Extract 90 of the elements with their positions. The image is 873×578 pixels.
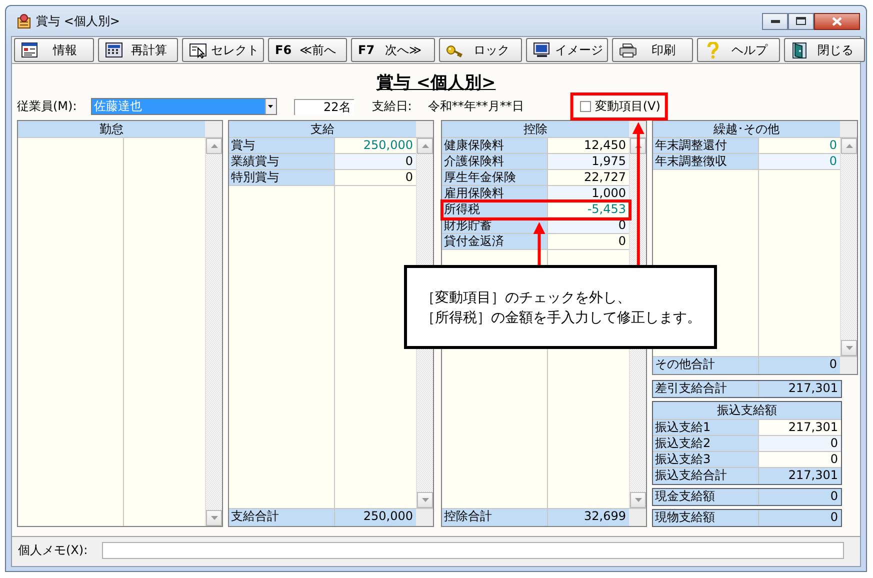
door-icon [791, 42, 809, 58]
panel-header: 勤怠 [18, 121, 205, 137]
memo-field[interactable] [102, 542, 844, 559]
panel-header: 支給 [229, 121, 416, 137]
pay-date-label: 支給日: [372, 98, 412, 115]
dropdown-arrow-icon [268, 105, 274, 108]
row-label: 特別賞与 [229, 170, 335, 185]
monitor-icon [533, 42, 551, 58]
close-button[interactable] [814, 12, 860, 30]
key-label: F6 [275, 43, 292, 57]
amount-cell: 0 [335, 154, 416, 169]
memo-label: 個人メモ(X): [18, 542, 88, 559]
up-arrow-icon [634, 144, 642, 148]
minimize-button[interactable] [762, 12, 788, 30]
scroll-up-button[interactable] [417, 138, 433, 154]
amount-cell: 217,301 [759, 420, 841, 435]
toolbar-button[interactable]: 印刷 [612, 38, 693, 62]
maximize-button[interactable] [788, 12, 814, 30]
toolbar-button[interactable]: 再計算 [98, 38, 178, 62]
toolbar-button[interactable]: ロック [439, 38, 522, 62]
close-icon [832, 16, 842, 26]
row-label: 雇用保険料 [442, 186, 548, 201]
up-arrow-icon [210, 144, 218, 148]
scroll-down-button[interactable] [841, 340, 857, 356]
row-label: 業績賞与 [229, 154, 335, 169]
scroll-up-button[interactable] [841, 138, 857, 154]
total-amount: 250,000 [335, 509, 416, 526]
row-label: 健康保険料 [442, 138, 548, 153]
toolbar-button[interactable]: 情報 [14, 38, 94, 62]
window-icon [21, 42, 39, 58]
total-label: 現金支給額 [653, 489, 759, 505]
employee-label: 従業員(M): [17, 98, 77, 115]
total-label: 控除合計 [442, 509, 548, 526]
scroll-up-button[interactable] [206, 138, 222, 154]
toolbar-button[interactable]: イメージ [526, 38, 608, 62]
form-title: 賞与 <個人別> [376, 72, 496, 94]
toolbar-button[interactable]: F7 次へ≫ [351, 38, 435, 62]
up-arrow-icon [846, 144, 852, 148]
app-icon [16, 13, 32, 29]
scroll-down-button[interactable] [206, 510, 222, 526]
row-label: 貸付金返済 [442, 234, 548, 249]
row-label: 介護保険料 [442, 154, 548, 169]
row-label: 賞与 [229, 138, 335, 153]
down-arrow-icon [846, 346, 852, 350]
row-label: 厚生年金保険 [442, 170, 548, 185]
window-title: 賞与 <個人別> [36, 12, 120, 30]
pay-date-value: 令和**年**月**日 [428, 98, 524, 115]
cursor-icon [189, 42, 207, 58]
total-amount: 217,301 [787, 381, 839, 397]
up-arrow-icon [422, 144, 428, 148]
scroll-down-button[interactable] [417, 492, 433, 508]
toolbar-button[interactable]: セレクト [182, 38, 264, 62]
maximize-icon [796, 17, 806, 25]
amount-cell: 0 [759, 154, 840, 169]
total-label: 現物支給額 [653, 510, 759, 526]
calculator-icon [105, 42, 123, 58]
row-label: 所得税 [442, 202, 548, 217]
amount-cell: 0 [759, 452, 841, 467]
total-amount: 32,699 [548, 509, 629, 526]
row-label: 年末調整徴収 [653, 154, 759, 169]
total-label: その他合計 [653, 357, 759, 374]
total-amount: 0 [759, 357, 840, 374]
employee-count: 22名 [294, 98, 354, 114]
printer-icon [619, 42, 637, 58]
down-arrow-icon [634, 498, 642, 502]
key-label: F7 [358, 43, 375, 57]
minimize-icon [770, 20, 780, 22]
amount-cell: 1,000 [548, 186, 629, 201]
total-label: 振込支給合計 [653, 468, 759, 484]
annotation-arrow [533, 222, 546, 265]
total-amount: 217,301 [787, 468, 839, 484]
total-amount: 0 [829, 489, 839, 505]
toolbar-button[interactable]: F6 ≪前へ [268, 38, 347, 62]
down-arrow-icon [210, 516, 218, 520]
total-label: 支給合計 [229, 509, 335, 526]
row-label: 年末調整還付 [653, 138, 759, 153]
down-arrow-icon [422, 498, 428, 502]
amount-cell: 0 [759, 436, 841, 451]
callout-text: ［所得税］の金額を手入力して修正します。 [421, 309, 702, 328]
panel-header: 控除 [442, 121, 629, 137]
callout-text: ［変動項目］のチェックを外し、 [421, 289, 632, 308]
total-amount: 0 [829, 510, 839, 526]
toolbar-button[interactable]: 閉じる [784, 38, 865, 62]
checkbox-label[interactable]: 変動項目(V) [594, 98, 660, 115]
checkbox[interactable] [580, 101, 591, 112]
amount-cell: 1,975 [548, 154, 629, 169]
panel-header: 繰越･その他 [653, 121, 840, 137]
scroll-down-button[interactable] [630, 492, 646, 508]
total-label: 差引支給合計 [653, 381, 759, 397]
toolbar-button[interactable]: ヘルプ [697, 38, 780, 62]
